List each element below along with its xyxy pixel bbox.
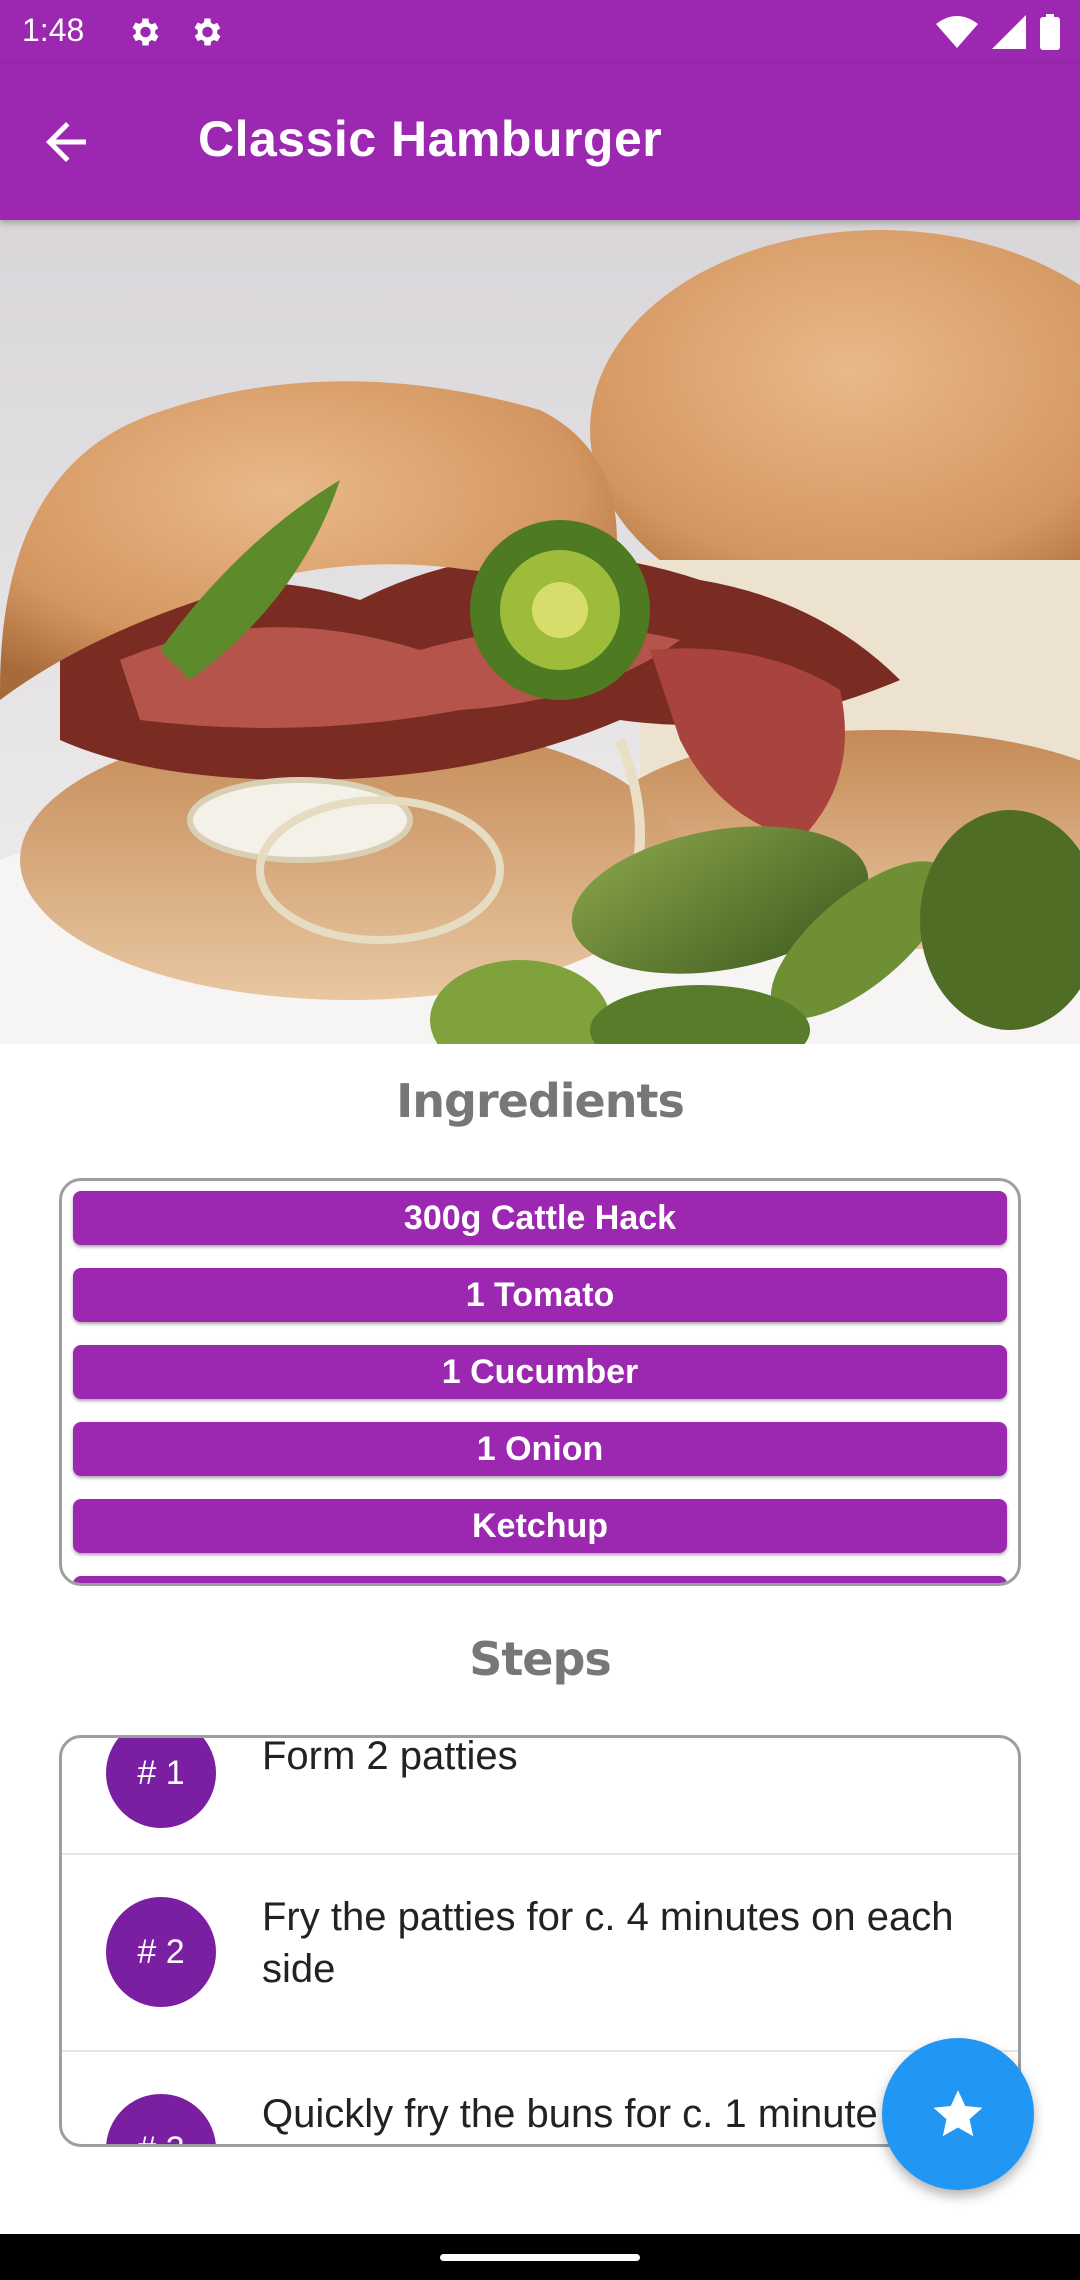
status-bar: 1:48 [0,0,1080,64]
back-button[interactable] [36,106,116,178]
steps-title: Steps [469,1632,612,1686]
step-number-badge: # 1 [106,1738,216,1828]
steps-list[interactable]: # 1 Form 2 patties # 2 Fry the patties f… [59,1735,1021,2147]
ingredient-item[interactable]: 300g Cattle Hack [73,1191,1007,1245]
gear-icon [194,18,221,46]
step-item[interactable]: # 1 Form 2 patties [62,1735,1018,1855]
ingredient-item[interactable]: 1 Tomato [73,1268,1007,1322]
step-item[interactable]: # 2 Fry the patties for c. 4 minutes on … [62,1855,1018,2052]
status-indicators [936,14,1060,50]
app-bar: Classic Hamburger [0,64,1080,220]
star-icon [933,2090,983,2137]
arrow-left-icon [46,122,86,162]
step-number-badge: # 3 [106,2094,216,2144]
step-text: Quickly fry the buns for c. 1 minute [262,2092,878,2136]
ingredients-list[interactable]: 300g Cattle Hack 1 Tomato 1 Cucumber 1 O… [59,1178,1021,1586]
home-gesture-handle[interactable] [440,2254,640,2261]
ingredient-item[interactable]: 1 Cucumber [73,1345,1007,1399]
ingredient-item[interactable]: 1 Onion [73,1422,1007,1476]
recipe-image [0,220,1080,1044]
gear-icon [132,18,159,46]
ingredient-item[interactable] [73,1576,1007,1583]
navigation-bar [0,2234,1080,2280]
battery-icon [1040,14,1060,50]
ingredient-item[interactable]: Ketchup [73,1499,1007,1553]
favorite-button[interactable] [882,2038,1034,2190]
step-text: Form 2 patties [262,1735,518,1778]
status-time: 1:48 [22,12,85,48]
ingredients-title: Ingredients [396,1074,685,1128]
wifi-icon [936,16,978,48]
step-item[interactable]: # 3 Quickly fry the buns for c. 1 minute [62,2052,1018,2144]
step-number-badge: # 2 [106,1897,216,2007]
step-text: Fry the patties for c. 4 minutes on each… [262,1895,954,1991]
burger-illustration [0,220,1080,1044]
page-title: Classic Hamburger [198,111,663,167]
signal-icon [992,15,1026,49]
